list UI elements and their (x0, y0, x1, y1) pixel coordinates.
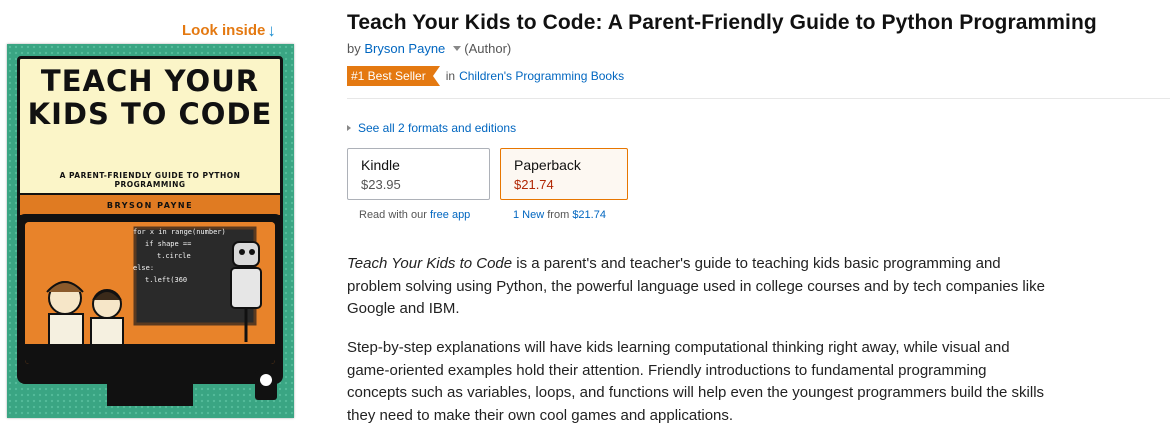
kindle-free-app-note: Read with our free app (359, 209, 470, 221)
paperback-offers-note: 1 New from $21.74 (513, 209, 606, 221)
description-paragraph-1: Teach Your Kids to Code is a parent's an… (347, 253, 1047, 321)
kindle-sub-prefix: Read with our (359, 209, 427, 221)
see-all-formats-link[interactable]: See all 2 formats and editions (347, 121, 516, 135)
caret-right-icon (347, 125, 351, 131)
author-link[interactable]: Bryson Payne (364, 41, 445, 56)
cover-code-line: if shape == (145, 240, 192, 248)
format-option-paperback[interactable]: Paperback $21.74 (500, 148, 628, 200)
format-name: Paperback (514, 157, 581, 173)
look-inside-label: Look inside (182, 22, 266, 39)
chevron-down-icon[interactable] (453, 46, 462, 51)
description-paragraph-2: Step-by-step explanations will have kids… (347, 339, 1045, 424)
divider (347, 98, 1170, 99)
format-price: $21.74 (514, 177, 554, 192)
by-label: by (347, 41, 361, 56)
category-link[interactable]: Children's Programming Books (459, 69, 624, 83)
cover-code-line: for x in range(number) (133, 228, 226, 236)
format-name: Kindle (361, 157, 400, 173)
cover-code-line: t.left(360 (145, 276, 188, 284)
bestseller-row: #1 Best Seller in Children's Programming… (347, 66, 624, 86)
description-book-title: Teach Your Kids to Code (347, 255, 513, 272)
product-title: Teach Your Kids to Code: A Parent-Friend… (347, 11, 1097, 34)
cover-code-line: t.circle (157, 252, 191, 260)
cover-code-line: else: (133, 264, 155, 272)
new-offers-link[interactable]: 1 New (513, 209, 544, 221)
cover-subtitle: A PARENT-FRIENDLY GUIDE TO PYTHON PROGRA… (59, 171, 241, 189)
bestseller-badge[interactable]: #1 Best Seller (347, 66, 440, 86)
offers-price-link[interactable]: $21.74 (572, 209, 606, 221)
down-arrow-icon: ↓ (267, 21, 276, 40)
author-role: (Author) (464, 41, 512, 56)
cover-author: BRYSON PAYNE (106, 200, 194, 210)
offers-from-label: from (547, 209, 570, 221)
format-option-kindle[interactable]: Kindle $23.95 (347, 148, 490, 200)
publisher-logo-icon (255, 370, 277, 400)
in-label: in (445, 69, 456, 83)
byline: by Bryson Payne (Author) (347, 41, 511, 56)
cover-title: TEACH YOUR KIDS TO CODE (27, 64, 273, 131)
look-inside-link[interactable]: Look inside ↓ (182, 22, 276, 39)
free-app-link[interactable]: free app (430, 209, 470, 221)
book-cover-image[interactable]: TEACH YOUR KIDS TO CODE A PARENT-FRIENDL… (7, 44, 294, 418)
format-price: $23.95 (361, 177, 401, 192)
see-all-formats-label: See all 2 formats and editions (358, 121, 517, 135)
cover-monitor-stand (107, 384, 193, 406)
